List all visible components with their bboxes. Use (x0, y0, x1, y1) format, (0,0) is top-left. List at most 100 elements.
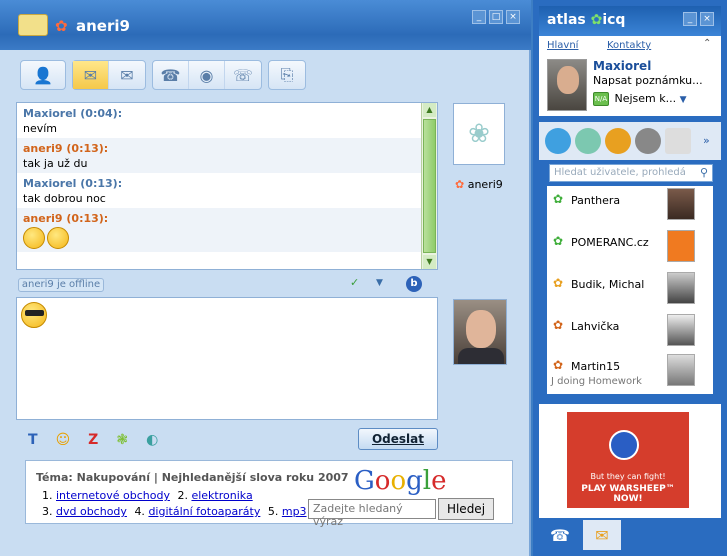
contact-avatar: ❀ (453, 103, 505, 165)
bottom-tabs: ☎ ✉ (539, 520, 721, 550)
google-search-input[interactable]: Zadejte hledaný výraz (308, 499, 436, 528)
smiley-emoticon-icon (23, 227, 45, 249)
chevron-down-icon[interactable]: ▼ (376, 278, 383, 288)
chevron-down-icon: ▼ (679, 95, 687, 105)
cool-emoticon-icon (21, 302, 47, 328)
eyes-icon[interactable] (605, 128, 631, 154)
google-logo: Google (354, 466, 447, 496)
side-ad-banner[interactable]: But they can fight! PLAY WARSHEEP™ NOW! (539, 404, 721, 518)
away-flower-icon: ✿ (553, 276, 564, 290)
contact-thumbnail (667, 314, 695, 346)
games-icon[interactable] (575, 128, 601, 154)
status-badge: aneri9 je offline (18, 278, 104, 292)
status-flower-icon: ✿ (55, 17, 68, 35)
message-text: tak dobrou noc (23, 192, 106, 205)
scrollbar-thumb[interactable] (423, 119, 436, 253)
contact-panel: atlas ✿icq _ × Hlavní Kontakty ⌃ Maxiore… (533, 0, 727, 556)
tv-icon[interactable] (545, 128, 571, 154)
phone-tab-icon[interactable]: ☎ (541, 520, 579, 550)
profile-card: Maxiorel Napsat poznámku... N/A Nejsem k… (539, 56, 721, 116)
video-call-button[interactable]: ◉ (189, 61, 225, 89)
sms-button[interactable]: ✉ (109, 61, 145, 89)
ad-link[interactable]: dvd obchody (56, 505, 127, 518)
minimize-button[interactable]: _ (683, 12, 697, 26)
add-contact-button[interactable]: 👤 (21, 61, 65, 89)
message-author: aneri9 (0:13): (23, 142, 109, 155)
panel-nav: Hlavní Kontakty ⌃ (539, 36, 721, 56)
mail-tab-icon[interactable]: ✉ (583, 520, 621, 550)
smiley-emoticon-icon (47, 227, 69, 249)
message-item: aneri9 (0:13): tak ja už du (17, 138, 437, 173)
search-input[interactable]: Hledat uživatele, prohledá ⚲ (549, 164, 713, 182)
offline-flower-icon: ✿ (553, 358, 564, 372)
scroll-down-arrow-icon[interactable]: ▼ (423, 255, 436, 269)
font-icon[interactable]: T (28, 432, 38, 448)
message-author: aneri9 (0:13): (23, 212, 109, 225)
phone-button[interactable]: ☏ (225, 61, 261, 89)
note-link[interactable]: Napsat poznámku... (593, 74, 703, 87)
send-button[interactable]: Odeslat (358, 428, 438, 450)
message-author: Maxiorel (0:13): (23, 177, 123, 190)
format-toolbar: T ☺ Z ❃ ◐ (28, 432, 158, 448)
online-flower-icon: ✿ (553, 192, 564, 206)
tab-home[interactable]: Hlavní (547, 40, 578, 51)
status-na-icon: N/A (593, 92, 609, 106)
message-item: Maxiorel (0:13): tak dobrou noc (17, 173, 437, 208)
call-button[interactable]: ☎ (153, 61, 189, 89)
ad-banner: Téma: Nakupování | Nejhledanější slova r… (25, 460, 513, 528)
news-icon[interactable] (665, 128, 691, 154)
file-transfer-button[interactable]: ⎘ (269, 61, 305, 89)
status-selector[interactable]: N/A Nejsem k... ▼ (593, 92, 687, 106)
scroll-up-arrow-icon[interactable]: ▲ (423, 103, 436, 117)
google-search-button[interactable]: Hledej (438, 498, 494, 520)
bold-b-icon[interactable]: b (406, 276, 422, 292)
contact-thumbnail (667, 188, 695, 220)
message-text: tak ja už du (23, 157, 88, 170)
tab-contacts[interactable]: Kontakty (607, 40, 651, 51)
history-scrollbar[interactable]: ▲ ▼ (421, 103, 437, 269)
collapse-icon[interactable]: ⌃ (703, 38, 711, 49)
chat-toolbar: 👤 ✉ ✉ ☎ ◉ ☏ ⎘ (20, 60, 306, 90)
status-flower-icon: ✿ (455, 178, 465, 191)
message-text: nevím (23, 122, 58, 135)
chat-titlebar: ✿ aneri9 _ □ × (0, 0, 531, 50)
minimize-button[interactable]: _ (472, 10, 486, 24)
spellcheck-icon[interactable]: ✓ (350, 276, 359, 289)
chat-window: ✿ aneri9 _ □ × 👤 ✉ ✉ ☎ ◉ ☏ ⎘ Maxiorel (0… (0, 0, 531, 556)
contact-thumbnail (667, 272, 695, 304)
close-button[interactable]: × (700, 12, 714, 26)
offline-flower-icon: ✿ (553, 318, 564, 332)
maximize-button[interactable]: □ (489, 10, 503, 24)
list-item[interactable]: ✿ Lahvička (547, 312, 697, 352)
film-icon[interactable] (635, 128, 661, 154)
own-avatar (453, 299, 507, 365)
game-icon[interactable]: ◐ (146, 432, 158, 448)
ad-topic: Téma: Nakupování | Nejhledanější slova r… (36, 471, 349, 484)
message-item: aneri9 (0:13): (17, 208, 437, 252)
contact-thumbnail (667, 230, 695, 262)
ad-link[interactable]: digitální fotoaparáty (148, 505, 260, 518)
message-input[interactable] (16, 297, 438, 420)
message-button[interactable]: ✉ (73, 61, 109, 89)
chat-title: aneri9 (76, 17, 130, 35)
search-icon[interactable]: ⚲ (700, 166, 708, 179)
ad-link[interactable]: mp3 (282, 505, 307, 518)
list-item[interactable]: ✿ Budik, Michal (547, 270, 697, 310)
more-icon[interactable]: » (703, 134, 710, 147)
robot-icon (609, 430, 639, 460)
atlas-icq-logo: atlas ✿icq (547, 12, 626, 28)
chat-history: Maxiorel (0:04): nevím aneri9 (0:13): ta… (16, 102, 438, 270)
profile-name: Maxiorel (593, 59, 652, 73)
list-item[interactable]: ✿ Martin15 J doing Homework (547, 352, 697, 392)
ad-link[interactable]: internetové obchody (56, 489, 170, 502)
message-item: Maxiorel (0:04): nevím (17, 103, 437, 138)
ad-link[interactable]: elektronika (191, 489, 252, 502)
contact-name: aneri9 (467, 178, 503, 191)
close-button[interactable]: × (506, 10, 520, 24)
feature-toolbar: » (539, 122, 721, 160)
emoticon-icon[interactable]: ☺ (56, 432, 71, 448)
buzz-icon[interactable]: Z (88, 432, 98, 448)
list-item[interactable]: ✿ POMERANC.cz (547, 228, 697, 268)
animation-icon[interactable]: ❃ (116, 432, 128, 448)
list-item[interactable]: ✿ Panthera (547, 186, 697, 226)
